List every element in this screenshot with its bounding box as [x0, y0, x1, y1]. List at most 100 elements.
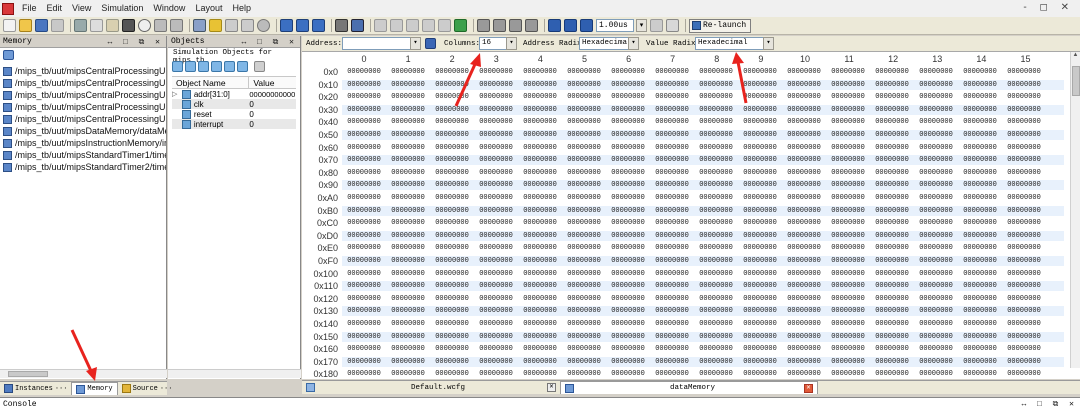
- memory-cell[interactable]: 00000000: [914, 117, 958, 127]
- memory-cell[interactable]: 00000000: [518, 180, 562, 190]
- memory-cell[interactable]: 00000000: [738, 130, 782, 140]
- zoom-in-icon[interactable]: [374, 19, 387, 32]
- memory-cell[interactable]: 00000000: [738, 117, 782, 127]
- memory-cell[interactable]: 00000000: [958, 155, 1002, 165]
- memory-cell[interactable]: 00000000: [518, 80, 562, 90]
- memory-cell[interactable]: 00000000: [782, 117, 826, 127]
- memory-cell[interactable]: 00000000: [386, 218, 430, 228]
- memory-cell[interactable]: 00000000: [694, 269, 738, 279]
- memory-cell[interactable]: 00000000: [518, 256, 562, 266]
- memory-cell[interactable]: 00000000: [430, 155, 474, 165]
- memory-cell[interactable]: 00000000: [430, 193, 474, 203]
- memory-cell[interactable]: 00000000: [562, 319, 606, 329]
- memory-cell[interactable]: 00000000: [342, 80, 386, 90]
- memory-cell[interactable]: 00000000: [474, 306, 518, 316]
- columns-select[interactable]: 16: [479, 37, 508, 50]
- table-row[interactable]: reset 0: [172, 109, 296, 119]
- memory-cell[interactable]: 00000000: [474, 332, 518, 342]
- scroll-up-icon[interactable]: ▲: [1071, 52, 1080, 58]
- memory-cell[interactable]: 00000000: [826, 80, 870, 90]
- memory-cell[interactable]: 00000000: [386, 130, 430, 140]
- memory-cell[interactable]: 00000000: [914, 332, 958, 342]
- memory-cell[interactable]: 00000000: [342, 105, 386, 115]
- layout-3-icon[interactable]: [312, 19, 325, 32]
- memory-cell[interactable]: 00000000: [650, 193, 694, 203]
- objects-hscrollbar[interactable]: [168, 369, 301, 378]
- memory-cell[interactable]: 00000000: [958, 294, 1002, 304]
- memory-cell[interactable]: 00000000: [914, 143, 958, 153]
- memory-cell[interactable]: 00000000: [782, 168, 826, 178]
- memory-cell[interactable]: 00000000: [562, 206, 606, 216]
- memory-cell[interactable]: 00000000: [958, 180, 1002, 190]
- memory-cell[interactable]: 00000000: [562, 243, 606, 253]
- memory-cell[interactable]: 00000000: [782, 306, 826, 316]
- window-controls[interactable]: - ◻ ✕: [1023, 2, 1074, 13]
- memory-hscrollbar[interactable]: [0, 369, 167, 378]
- memory-cell[interactable]: 00000000: [738, 105, 782, 115]
- memory-cell[interactable]: 00000000: [386, 306, 430, 316]
- memory-cell[interactable]: 00000000: [870, 67, 914, 77]
- memory-cell[interactable]: 00000000: [342, 243, 386, 253]
- memory-cell[interactable]: 00000000: [870, 357, 914, 367]
- memory-cell[interactable]: 00000000: [738, 67, 782, 77]
- memory-cell[interactable]: 00000000: [738, 155, 782, 165]
- memory-cell[interactable]: 00000000: [606, 92, 650, 102]
- zoom-fit-icon[interactable]: [406, 19, 419, 32]
- memory-cell[interactable]: 00000000: [694, 294, 738, 304]
- memory-cell[interactable]: 00000000: [430, 369, 474, 379]
- memory-cell[interactable]: 00000000: [826, 269, 870, 279]
- list-item[interactable]: /mips_tb/uut/mipsCentralProcessingUnit: [0, 65, 166, 77]
- run-time-dropdown[interactable]: ▾: [636, 19, 647, 32]
- memory-cell[interactable]: 00000000: [694, 80, 738, 90]
- memory-cell[interactable]: 00000000: [870, 332, 914, 342]
- col-value[interactable]: Value: [249, 77, 296, 88]
- memory-cell[interactable]: 00000000: [782, 281, 826, 291]
- memory-cell[interactable]: 00000000: [606, 117, 650, 127]
- memory-cell[interactable]: 00000000: [694, 369, 738, 379]
- memory-cell[interactable]: 00000000: [606, 319, 650, 329]
- find-icon[interactable]: [193, 19, 206, 32]
- memory-cell[interactable]: 00000000: [958, 319, 1002, 329]
- memory-cell[interactable]: 00000000: [782, 193, 826, 203]
- memory-cell[interactable]: 00000000: [826, 193, 870, 203]
- copy-icon[interactable]: [90, 19, 103, 32]
- pause-icon[interactable]: [666, 19, 679, 32]
- memory-cell[interactable]: 00000000: [650, 130, 694, 140]
- list-item[interactable]: /mips_tb/uut/mipsCentralProcessingUnit: [0, 89, 166, 101]
- memory-panel-controls[interactable]: ↔ □ ⧉ ✕: [107, 37, 163, 47]
- memory-cell[interactable]: 00000000: [782, 294, 826, 304]
- memory-cell[interactable]: 00000000: [518, 130, 562, 140]
- memory-cell[interactable]: 00000000: [870, 117, 914, 127]
- memory-cell[interactable]: 00000000: [386, 332, 430, 342]
- memory-cell[interactable]: 00000000: [782, 67, 826, 77]
- step-out-icon[interactable]: [525, 19, 538, 32]
- memory-cell[interactable]: 00000000: [342, 130, 386, 140]
- memory-cell[interactable]: 00000000: [870, 231, 914, 241]
- memory-cell[interactable]: 00000000: [782, 231, 826, 241]
- memory-cell[interactable]: 00000000: [826, 344, 870, 354]
- memory-cell[interactable]: 00000000: [870, 269, 914, 279]
- menu-layout[interactable]: Layout: [190, 0, 227, 17]
- memory-cell[interactable]: 00000000: [606, 269, 650, 279]
- memory-cell[interactable]: 00000000: [342, 92, 386, 102]
- memory-cell[interactable]: 00000000: [430, 218, 474, 228]
- memory-cell[interactable]: 00000000: [738, 306, 782, 316]
- memory-cell[interactable]: 00000000: [826, 155, 870, 165]
- memory-cell[interactable]: 00000000: [562, 92, 606, 102]
- memory-cell[interactable]: 00000000: [650, 231, 694, 241]
- memory-cell[interactable]: 00000000: [430, 306, 474, 316]
- memory-cell[interactable]: 00000000: [650, 180, 694, 190]
- memory-cell[interactable]: 00000000: [562, 180, 606, 190]
- address-dropdown[interactable]: ▾: [410, 37, 421, 50]
- memory-cell[interactable]: 00000000: [650, 105, 694, 115]
- memory-cell[interactable]: 00000000: [914, 193, 958, 203]
- memory-cell[interactable]: 00000000: [826, 243, 870, 253]
- memory-cell[interactable]: 00000000: [562, 256, 606, 266]
- tab-instances[interactable]: Instances ···: [0, 382, 71, 395]
- memory-cell[interactable]: 00000000: [606, 80, 650, 90]
- memory-cell[interactable]: 00000000: [518, 105, 562, 115]
- memory-cell[interactable]: 00000000: [430, 117, 474, 127]
- memory-cell[interactable]: 00000000: [562, 143, 606, 153]
- layout-2-icon[interactable]: [296, 19, 309, 32]
- memory-cell[interactable]: 00000000: [694, 231, 738, 241]
